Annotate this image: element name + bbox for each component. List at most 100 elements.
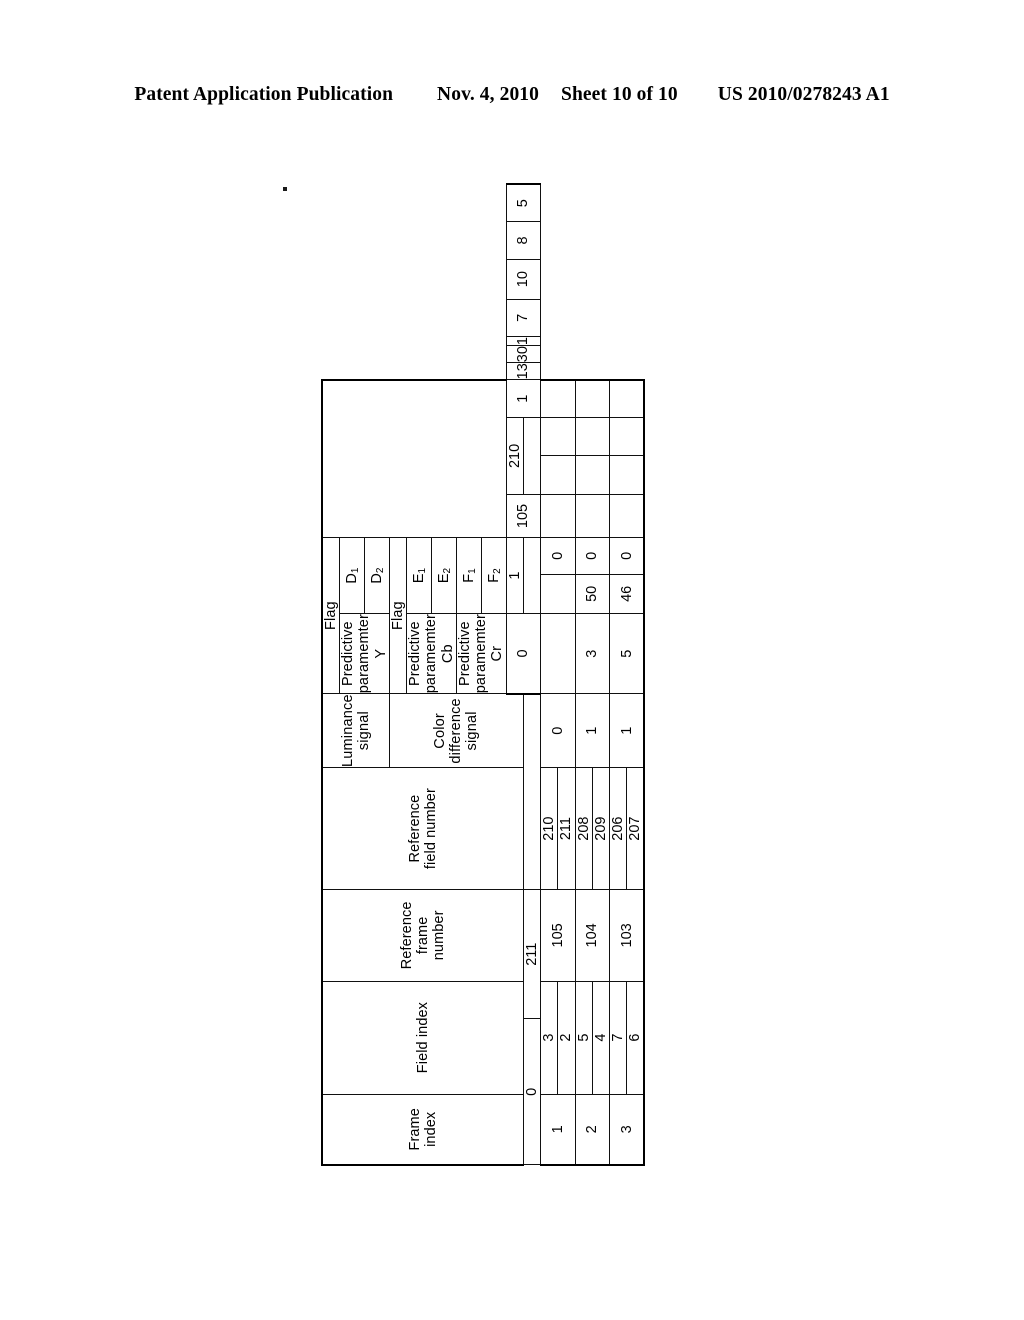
sub-header-f1: F1 bbox=[456, 537, 482, 614]
col-header-cb-predictive-parameter: Predictive paramemter Cb bbox=[406, 613, 457, 694]
sub-header-d2-index: 2 bbox=[374, 567, 386, 574]
sheet-number: Sheet 10 of 10 bbox=[561, 84, 678, 105]
cell-cr-f1 bbox=[540, 417, 576, 456]
cell-chroma-flag: 0 bbox=[609, 537, 645, 575]
cell-luminance-flag: 1 bbox=[609, 693, 645, 768]
cell-luminance-d1: 3 bbox=[575, 613, 610, 694]
header-filler bbox=[456, 379, 482, 538]
sub-header-e2-base: E bbox=[435, 573, 452, 584]
cb-param-line1: Predictive bbox=[407, 621, 424, 687]
col-header-cr-predictive-parameter: Predictive paramemter Cr bbox=[456, 613, 507, 694]
cell-frame-index: 0 bbox=[506, 613, 541, 694]
sub-header-e1-index: 1 bbox=[416, 567, 428, 574]
cell-cr-f2 bbox=[575, 379, 610, 418]
publication-date: Nov. 4, 2010 bbox=[437, 84, 539, 105]
sub-header-e1-base: E bbox=[410, 573, 427, 584]
cell-reference-frame-number: 105 bbox=[540, 889, 576, 982]
header-filler bbox=[389, 379, 407, 538]
header-filler bbox=[406, 379, 432, 538]
cell-reference-field-number: 211 bbox=[523, 889, 541, 1019]
cell-cb-e1 bbox=[609, 494, 645, 538]
header-filler bbox=[431, 379, 457, 538]
reference-parameter-table: Frame index Field index Reference frame … bbox=[321, 183, 646, 1166]
cell-reference-frame-number: 104 bbox=[575, 889, 610, 982]
header-filler bbox=[364, 379, 390, 538]
ref-frame-number-line2: frame number bbox=[414, 910, 448, 961]
col-header-reference-frame-number: Reference frame number bbox=[322, 889, 524, 982]
cell-luminance-flag: 0 bbox=[540, 693, 576, 768]
scan-artifact-speck bbox=[283, 187, 287, 191]
table-row: 1 3 105 210 0 0 bbox=[540, 184, 576, 1165]
sub-header-f2-index: 2 bbox=[491, 568, 503, 574]
header-filler bbox=[339, 379, 365, 538]
header-filler bbox=[481, 379, 507, 538]
figure-15: F I G. 15 Frame index Field index Refere… bbox=[321, 183, 703, 1173]
cell-field-index: 4 bbox=[592, 981, 610, 1095]
group-header-luminance-signal: Luminance signal bbox=[322, 693, 390, 768]
cell-luminance-d1: 5 bbox=[609, 613, 645, 694]
cell-reference-field-number: 211 bbox=[557, 767, 576, 890]
cell-luminance-d1: 13 bbox=[506, 362, 541, 380]
cell-field-index: 3 bbox=[540, 981, 558, 1095]
table-row: 2 5 104 208 1 3 50 0 bbox=[575, 184, 610, 1165]
cell-reference-frame-number: 105 bbox=[506, 494, 541, 538]
sub-header-f1-index: 1 bbox=[466, 568, 478, 574]
publication-label: Patent Application Publication bbox=[134, 84, 394, 105]
cell-cb-e1: 7 bbox=[506, 299, 541, 337]
cell-chroma-flag: 0 bbox=[540, 537, 576, 575]
cr-param-line1: Predictive bbox=[456, 621, 473, 687]
cell-field-index: 2 bbox=[557, 981, 576, 1095]
cell-luminance-d1 bbox=[540, 613, 576, 694]
cell-reference-field-number: 206 bbox=[609, 767, 627, 890]
patent-number: US 2010/0278243 A1 bbox=[717, 84, 890, 105]
cell-luminance-d2: 46 bbox=[609, 574, 645, 614]
sub-header-f1-base: F bbox=[460, 573, 477, 583]
col-header-luminance-flag: Flag bbox=[322, 537, 340, 694]
col-header-chroma-flag: Flag bbox=[389, 537, 407, 694]
sub-header-d1-base: D bbox=[344, 573, 361, 584]
cell-luminance-d2 bbox=[540, 574, 576, 614]
cell-chroma-flag: 1 bbox=[506, 336, 541, 346]
cell-cr-f1: 8 bbox=[506, 221, 541, 260]
ref-field-number-line2: field number bbox=[422, 788, 439, 870]
cell-cr-f2 bbox=[609, 379, 645, 418]
cell-reference-field-number: 208 bbox=[575, 767, 593, 890]
sub-header-d1-index: 1 bbox=[350, 567, 362, 574]
cell-reference-field-number: 209 bbox=[592, 767, 610, 890]
cell-field-index: 1 bbox=[506, 537, 524, 614]
cell-reference-frame-number: 103 bbox=[609, 889, 645, 982]
cell-luminance-d2: 50 bbox=[575, 574, 610, 614]
cell-cb-e1 bbox=[575, 494, 610, 538]
cell-field-index: 5 bbox=[575, 981, 593, 1095]
cell-cb-e2 bbox=[540, 455, 576, 495]
cell-field-index: 7 bbox=[609, 981, 627, 1095]
col-header-frame-index: Frame index bbox=[322, 1094, 524, 1165]
luma-param-line2: paramemter Y bbox=[356, 614, 389, 694]
sub-header-d2-base: D bbox=[368, 573, 385, 584]
cell-luminance-flag: 1 bbox=[575, 693, 610, 768]
cell-reference-field-number: 210 bbox=[506, 417, 524, 495]
patent-page-header: Patent Application Publication Nov. 4, 2… bbox=[0, 84, 1024, 112]
group-header-color-difference-signal: Color difference signal bbox=[389, 693, 524, 768]
cell-cr-f1 bbox=[575, 417, 610, 456]
table-row: 3 7 103 206 1 5 46 0 bbox=[609, 184, 645, 1165]
luma-param-line1: Predictive bbox=[340, 621, 357, 687]
cell-field-index: 6 bbox=[626, 981, 645, 1095]
cell-frame-index: 3 bbox=[609, 1094, 645, 1165]
cell-cr-f2: 5 bbox=[506, 184, 541, 222]
cell-cb-e2 bbox=[609, 455, 645, 495]
cell-frame-index: 1 bbox=[540, 1094, 576, 1165]
cell-frame-index: 2 bbox=[575, 1094, 610, 1165]
sub-header-d2: D2 bbox=[364, 537, 390, 614]
col-header-luminance-predictive-parameter: Predictive paramemter Y bbox=[339, 613, 390, 694]
cell-cr-f1 bbox=[609, 417, 645, 456]
ref-frame-number-line1: Reference bbox=[398, 901, 415, 970]
sub-header-f2-base: F bbox=[485, 573, 502, 583]
col-header-field-index: Field index bbox=[322, 981, 524, 1095]
header-filler bbox=[322, 379, 340, 538]
cell-cr-f2 bbox=[540, 379, 576, 418]
cell-chroma-flag: 0 bbox=[575, 537, 610, 575]
cell-luminance-d2: 30 bbox=[506, 345, 541, 363]
sub-header-f2: F2 bbox=[481, 537, 507, 614]
cr-param-line2: paramemter Cr bbox=[473, 614, 506, 694]
